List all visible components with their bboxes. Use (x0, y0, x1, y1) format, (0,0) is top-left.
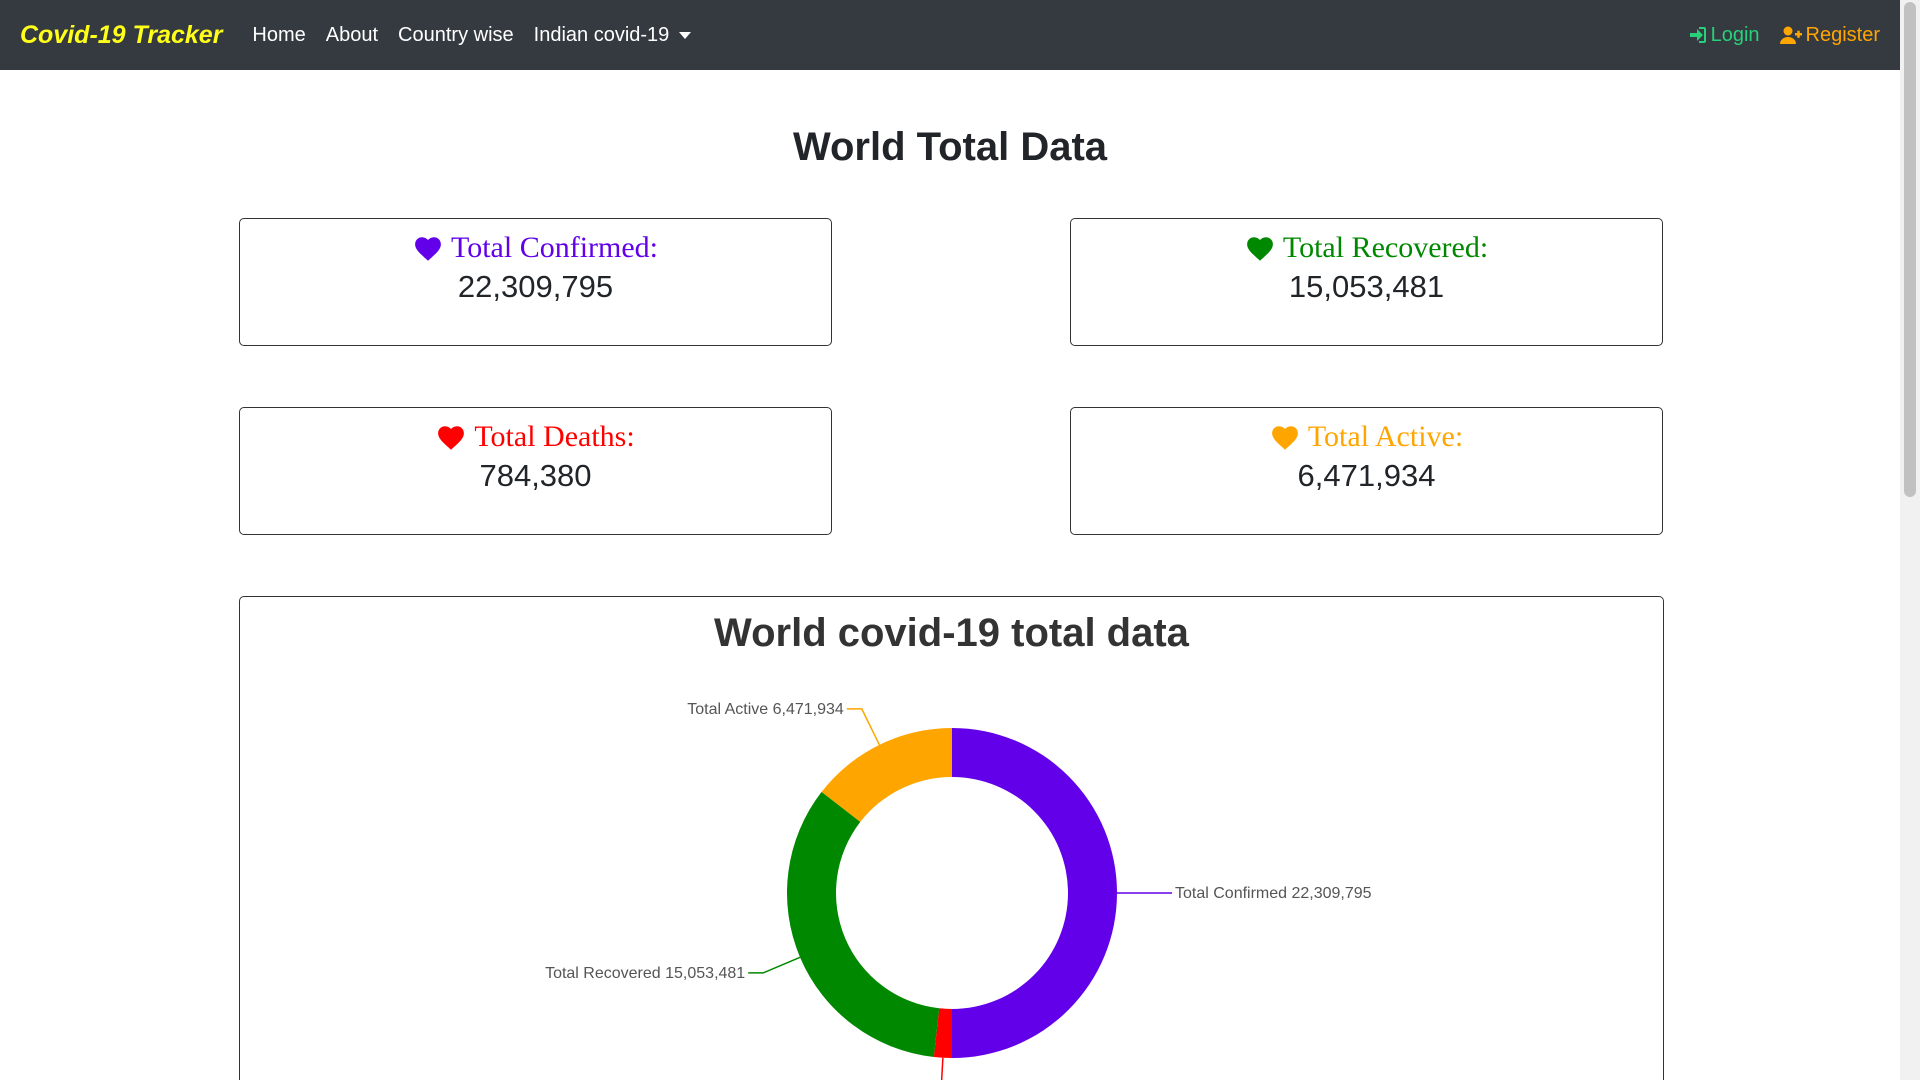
nav-country-wise[interactable]: Country wise (398, 24, 514, 47)
login-link[interactable]: Login (1689, 24, 1760, 47)
caret-down-icon (679, 31, 692, 39)
donut-leader-line (940, 1057, 944, 1080)
card-label-text: Total Confirmed: (450, 231, 659, 264)
scrollbar[interactable] (1900, 0, 1920, 1080)
sign-in-icon (1689, 27, 1706, 43)
card-label-text: Total Active: (1307, 420, 1464, 453)
donut-slice-total-recovered[interactable] (786, 791, 940, 1057)
donut-leader-line (748, 956, 801, 974)
card-value-active: 6,471,934 (1297, 458, 1436, 493)
heart-icon (1246, 236, 1273, 261)
heart-icon (438, 425, 465, 450)
brand-logo[interactable]: Covid-19 Tracker (20, 21, 222, 50)
card-total-deaths: Total Deaths: 784,380 (239, 407, 832, 535)
donut-slice-label: Total Confirmed 22,309,795 (1175, 885, 1372, 902)
navbar: Covid-19 Tracker Home About Country wise… (0, 0, 1900, 70)
donut-slice-total-confirmed[interactable] (952, 728, 1117, 1058)
nav-auth: Login Register (1669, 24, 1880, 47)
chart-card: World covid-19 total data Total Confirme… (239, 596, 1664, 1080)
card-value-confirmed: 22,309,795 (457, 269, 614, 304)
scrollbar-thumb[interactable] (1904, 2, 1916, 497)
card-label-text: Total Recovered: (1282, 231, 1489, 264)
heart-icon (415, 236, 441, 261)
donut-chart: Total Confirmed 22,309,795Total Deaths 7… (545, 701, 1372, 1080)
heart-icon (1271, 425, 1298, 450)
card-total-active: Total Active: 6,471,934 (1070, 407, 1663, 535)
card-total-confirmed: Total Confirmed: 22,309,795 (239, 218, 832, 346)
card-label-text: Total Deaths: (474, 420, 635, 453)
card-value-recovered: 15,053,481 (1288, 269, 1445, 304)
card-label-recovered: Total Recovered: (1071, 231, 1662, 265)
donut-slice-label: Total Active 6,471,934 (687, 701, 844, 718)
dropdown-label: Indian covid-19 (533, 23, 670, 46)
donut-leader-line (846, 708, 881, 746)
register-label: Register (1805, 23, 1880, 46)
register-link[interactable]: Register (1779, 23, 1880, 47)
page: Covid-19 Tracker Home About Country wise… (0, 0, 1920, 1080)
user-plus-icon (1779, 26, 1802, 44)
card-total-recovered: Total Recovered: 15,053,481 (1070, 218, 1663, 346)
nav-home[interactable]: Home (252, 24, 305, 47)
nav-about[interactable]: About (326, 24, 378, 47)
donut-slice-label: Total Recovered 15,053,481 (545, 965, 745, 982)
card-label-active: Total Active: (1071, 420, 1662, 454)
nav-indian-covid-dropdown[interactable]: Indian covid-19 (534, 24, 692, 47)
login-label: Login (1710, 23, 1760, 46)
card-value-deaths: 784,380 (479, 458, 592, 493)
card-label-confirmed: Total Confirmed: (240, 231, 831, 265)
card-label-deaths: Total Deaths: (240, 420, 831, 454)
page-title: World Total Data (792, 125, 1108, 169)
